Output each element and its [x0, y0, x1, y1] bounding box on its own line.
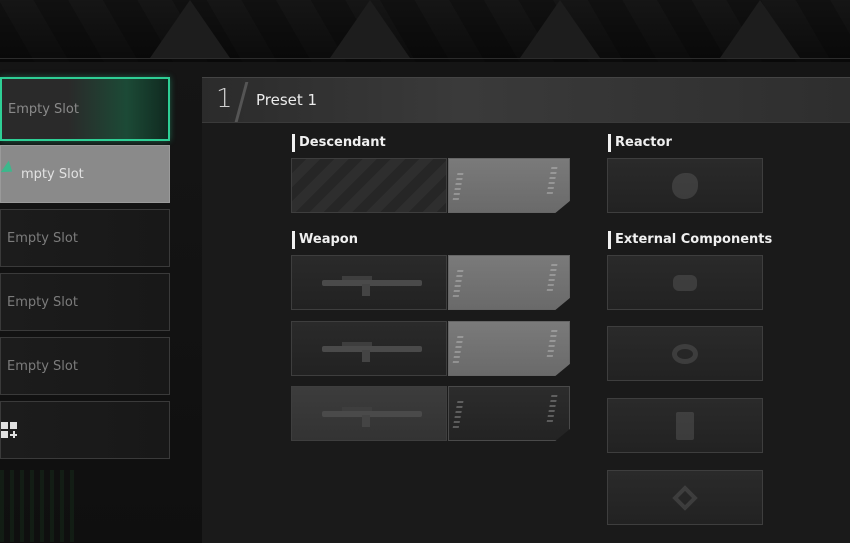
descendant-label: Descendant — [292, 134, 386, 152]
reactor-label: Reactor — [608, 134, 672, 152]
rifle-icon — [322, 407, 422, 427]
module-marks — [546, 167, 558, 195]
slot-label: Empty Slot — [8, 101, 79, 117]
preset-title[interactable]: Preset 1 — [256, 91, 317, 109]
bg-triangle — [150, 0, 230, 58]
module-marks — [452, 270, 464, 298]
loadout-slot-4[interactable]: Empty Slot — [0, 273, 170, 331]
external-component-slot-1[interactable] — [607, 255, 763, 310]
external-component-slot-3[interactable] — [607, 398, 763, 453]
preset-number: 1 — [216, 84, 233, 114]
auxiliary-power-icon — [673, 274, 697, 291]
weapon-label: Weapon — [292, 231, 358, 249]
weapon-slot-1[interactable] — [291, 255, 447, 310]
processor-icon — [672, 484, 698, 511]
bg-decoration — [0, 470, 80, 542]
reactor-icon — [672, 172, 698, 199]
module-marks — [452, 401, 464, 429]
loadout-slot-2[interactable]: mpty Slot — [0, 145, 170, 203]
weapon-module-slot-3[interactable] — [448, 386, 570, 441]
loadout-slot-3[interactable]: Empty Slot — [0, 209, 170, 267]
bg-triangle — [720, 0, 800, 58]
external-component-slot-4[interactable] — [607, 470, 763, 525]
loadout-slot-5[interactable]: Empty Slot — [0, 337, 170, 395]
rifle-icon — [322, 342, 422, 362]
slot-label: Empty Slot — [7, 294, 78, 310]
rifle-icon — [322, 276, 422, 296]
descendant-module-slot[interactable] — [448, 158, 570, 213]
bg-triangle — [330, 0, 410, 58]
slot-label: Empty Slot — [7, 358, 78, 374]
sensor-icon — [672, 343, 698, 364]
add-slot-button[interactable] — [0, 401, 170, 459]
preset-header: 1 Preset 1 — [202, 78, 850, 123]
weapon-slot-2[interactable] — [291, 321, 447, 376]
external-component-slot-2[interactable] — [607, 326, 763, 381]
header-divider — [234, 82, 249, 122]
top-divider — [0, 58, 850, 59]
weapon-module-slot-1[interactable] — [448, 255, 570, 310]
grid-plus-icon — [1, 422, 17, 438]
slot-label: mpty Slot — [21, 166, 84, 182]
external-components-label: External Components — [608, 231, 772, 249]
module-marks — [546, 395, 558, 423]
weapon-module-slot-2[interactable] — [448, 321, 570, 376]
module-marks — [546, 264, 558, 292]
preset-panel: 1 Preset 1 Descendant Weapon Reactor Ext… — [202, 77, 850, 543]
slot-label: Empty Slot — [7, 230, 78, 246]
loadout-slot-1[interactable]: Empty Slot — [0, 77, 170, 141]
descendant-slot[interactable] — [291, 158, 447, 213]
weapon-slot-3[interactable] — [291, 386, 447, 441]
bg-triangle — [520, 0, 600, 58]
module-marks — [452, 173, 464, 201]
reactor-slot[interactable] — [607, 158, 763, 213]
module-marks — [546, 330, 558, 358]
module-marks — [452, 336, 464, 364]
memory-icon — [676, 411, 694, 440]
